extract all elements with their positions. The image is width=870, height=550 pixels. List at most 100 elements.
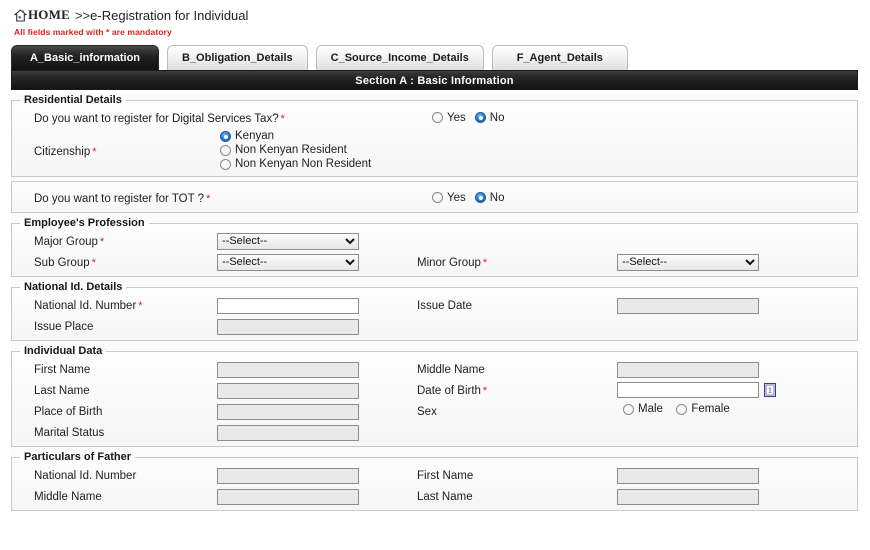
breadcrumb-separator: >>	[74, 7, 91, 23]
row-father-national-id: National Id. Number First Name	[12, 464, 857, 485]
profession-legend: Employee's Profession	[24, 217, 145, 229]
individual-data-legend: Individual Data	[24, 345, 103, 357]
major-group-required-marker: *	[99, 235, 105, 248]
dst-yes-option[interactable]: Yes	[432, 112, 466, 124]
sex-male-radio[interactable]	[623, 403, 634, 415]
minor-group-required-marker: *	[482, 256, 488, 269]
row-issue-place: Issue Place	[12, 315, 857, 336]
minor-group-label: Minor Group	[417, 256, 481, 269]
section-title-bar: Section A : Basic Information	[11, 70, 858, 90]
citizenship-label: Citizenship	[34, 146, 91, 158]
svg-text:1: 1	[768, 387, 772, 394]
first-name-input[interactable]	[217, 361, 359, 378]
first-name-label: First Name	[34, 363, 91, 376]
sub-group-label: Sub Group	[34, 256, 90, 269]
father-middle-name-label: Middle Name	[34, 490, 102, 503]
tab-a-basic-information[interactable]: A_Basic_information	[11, 45, 159, 70]
national-id-number-input[interactable]	[217, 297, 359, 314]
row-sub-group: Sub Group * --Select-- Minor Group * --Sel…	[12, 251, 857, 272]
father-first-name-input[interactable]	[617, 467, 759, 484]
dst-radio-group: Yes No	[432, 112, 513, 124]
sex-female-option[interactable]: Female	[676, 403, 730, 415]
citizenship-radio-group: Kenyan Non Kenyan Resident Non Kenyan No…	[220, 130, 371, 172]
form-body: Residential Details Do you want to regis…	[11, 94, 858, 511]
last-name-input[interactable]	[217, 382, 359, 399]
issue-place-input[interactable]	[217, 318, 359, 335]
father-last-name-label: Last Name	[417, 490, 473, 503]
dst-question-label: Do you want to register for Digital Serv…	[34, 112, 279, 125]
row-citizenship: Citizenship * Kenyan Non Kenyan Resident …	[12, 130, 857, 172]
tab-b-obligation-details[interactable]: B_Obligation_Details	[167, 45, 308, 70]
row-marital-status: Marital Status	[12, 421, 857, 442]
sex-female-label: Female	[691, 403, 730, 415]
citizenship-option-kenyan[interactable]: Kenyan	[220, 130, 371, 142]
home-icon[interactable]	[14, 8, 27, 22]
tab-f-agent-details[interactable]: F_Agent_Details	[491, 45, 628, 70]
row-major-group: Major Group * --Select--	[12, 230, 857, 251]
dst-yes-radio[interactable]	[432, 112, 443, 123]
father-particulars-block: Particulars of Father National Id. Numbe…	[11, 451, 858, 511]
dst-required-marker: *	[280, 112, 285, 125]
row-first-name: First Name Middle Name	[12, 358, 857, 379]
row-father-middle-name: Middle Name Last Name	[12, 485, 857, 506]
profession-block: Employee's Profession Major Group * --Sel…	[11, 217, 858, 277]
date-of-birth-input[interactable]	[617, 381, 759, 398]
row-place-of-birth: Place of Birth Sex Male Female	[12, 400, 857, 421]
place-of-birth-label: Place of Birth	[34, 405, 103, 418]
sub-group-select[interactable]: --Select--	[217, 253, 359, 271]
page-title: e-Registration for Individual	[90, 7, 249, 23]
place-of-birth-input[interactable]	[217, 403, 359, 420]
citizenship-required-marker: *	[92, 146, 97, 158]
father-particulars-legend: Particulars of Father	[24, 451, 131, 463]
tab-c-source-income-details[interactable]: C_Source_Income_Details	[315, 45, 484, 70]
marital-status-input[interactable]	[217, 424, 359, 441]
issue-date-label: Issue Date	[417, 299, 472, 312]
father-national-id-label: National Id. Number	[34, 469, 137, 482]
tot-yes-radio[interactable]	[432, 192, 443, 203]
national-id-block: National Id. Details National Id. Number…	[11, 281, 858, 341]
tot-no-option[interactable]: No	[474, 192, 504, 204]
major-group-label: Major Group	[34, 235, 98, 248]
row-last-name: Last Name Date of Birth * 1	[12, 379, 857, 400]
tab-bar: A_Basic_information B_Obligation_Details…	[0, 44, 870, 70]
calendar-icon[interactable]: 1	[764, 382, 776, 397]
minor-group-select[interactable]: --Select--	[617, 253, 759, 271]
sex-male-label: Male	[638, 403, 663, 415]
residential-details-block: Residential Details Do you want to regis…	[11, 94, 858, 177]
citizenship-kenyan-radio[interactable]	[220, 130, 231, 142]
row-digital-services-tax: Do you want to register for Digital Serv…	[12, 107, 857, 128]
national-id-required-marker: *	[138, 299, 143, 312]
tot-block: Do you want to register for TOT ? * Yes N…	[11, 181, 858, 213]
home-link[interactable]: HOME	[28, 7, 70, 23]
father-middle-name-input[interactable]	[217, 488, 359, 505]
middle-name-label: Middle Name	[417, 363, 485, 376]
citizenship-option-non-kenyan-non-resident[interactable]: Non Kenyan Non Resident	[220, 158, 371, 170]
tot-yes-option[interactable]: Yes	[432, 192, 466, 204]
citizenship-non-kenyan-resident-radio[interactable]	[220, 144, 231, 156]
individual-data-block: Individual Data First Name Middle Name L…	[11, 345, 858, 447]
citizenship-non-kenyan-resident-label: Non Kenyan Resident	[235, 144, 347, 156]
sex-label: Sex	[417, 405, 437, 418]
registration-page: HOME >> e-Registration for Individual Al…	[0, 0, 870, 550]
marital-status-label: Marital Status	[34, 426, 105, 439]
residential-details-legend: Residential Details	[24, 94, 122, 106]
father-national-id-input[interactable]	[217, 467, 359, 484]
row-national-id-number: National Id. Number * Issue Date	[12, 294, 857, 315]
dst-no-radio[interactable]	[474, 112, 486, 123]
dst-no-option[interactable]: No	[474, 112, 504, 124]
tot-no-radio[interactable]	[474, 192, 486, 203]
tot-required-marker: *	[206, 192, 211, 205]
tot-question-label: Do you want to register for TOT ?	[34, 192, 205, 205]
tot-radio-group: Yes No	[432, 192, 513, 204]
citizenship-kenyan-label: Kenyan	[235, 130, 275, 142]
sex-male-option[interactable]: Male	[623, 403, 663, 415]
major-group-select[interactable]: --Select--	[217, 232, 359, 250]
father-first-name-label: First Name	[417, 469, 474, 482]
issue-date-input[interactable]	[617, 297, 759, 314]
sex-female-radio[interactable]	[676, 403, 688, 415]
citizenship-non-kenyan-non-resident-radio[interactable]	[220, 158, 231, 170]
father-last-name-input[interactable]	[617, 488, 759, 505]
citizenship-option-non-kenyan-resident[interactable]: Non Kenyan Resident	[220, 144, 371, 156]
middle-name-input[interactable]	[617, 361, 759, 378]
last-name-label: Last Name	[34, 384, 90, 397]
